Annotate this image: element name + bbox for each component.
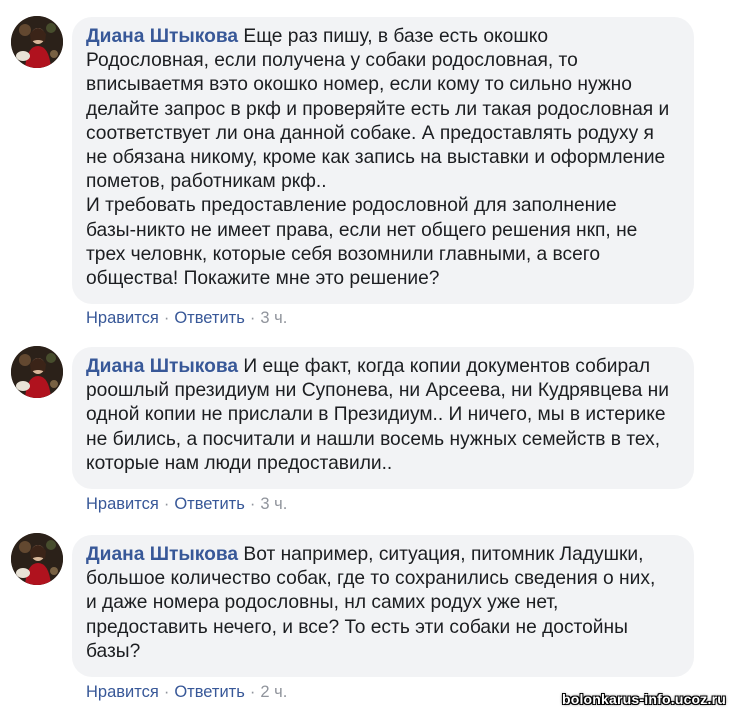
user-photo-icon [11,16,63,68]
comment-text: Еще раз пишу, в базе есть окошко Родосло… [86,26,670,290]
avatar[interactable] [11,346,63,398]
like-link[interactable]: Нравится [86,495,159,513]
separator: · [163,309,170,327]
like-link[interactable]: Нравится [86,309,159,327]
comment-author[interactable]: Диана Штыкова [86,544,238,565]
comment-timestamp[interactable]: 2 ч. [260,683,287,701]
like-link[interactable]: Нравится [86,683,159,701]
reply-link[interactable]: Ответить [174,683,245,701]
comment-bubble: Диана Штыкова Еще раз пишу, в базе есть … [72,17,694,304]
comment-author[interactable]: Диана Штыкова [86,26,238,47]
comment-actions: Нравится · Ответить · 2 ч. [86,682,287,702]
user-photo-icon [11,346,63,398]
comment-timestamp[interactable]: 3 ч. [260,309,287,327]
separator: · [163,683,170,701]
comment-bubble: Диана Штыкова И еще факт, когда копии до… [72,347,694,489]
reply-link[interactable]: Ответить [174,309,245,327]
reply-link[interactable]: Ответить [174,495,245,513]
separator: · [163,495,170,513]
comment-timestamp[interactable]: 3 ч. [260,495,287,513]
comment-actions: Нравится · Ответить · 3 ч. [86,308,287,328]
separator: · [249,683,256,701]
comment-actions: Нравится · Ответить · 3 ч. [86,494,287,514]
comment-bubble: Диана Штыкова Вот например, ситуация, пи… [72,535,694,677]
user-photo-icon [11,533,63,585]
site-watermark: bolonkarus-info.ucoz.ru [561,691,726,707]
avatar[interactable] [11,16,63,68]
avatar[interactable] [11,533,63,585]
comment-author[interactable]: Диана Штыкова [86,356,238,377]
separator: · [249,495,256,513]
separator: · [249,309,256,327]
